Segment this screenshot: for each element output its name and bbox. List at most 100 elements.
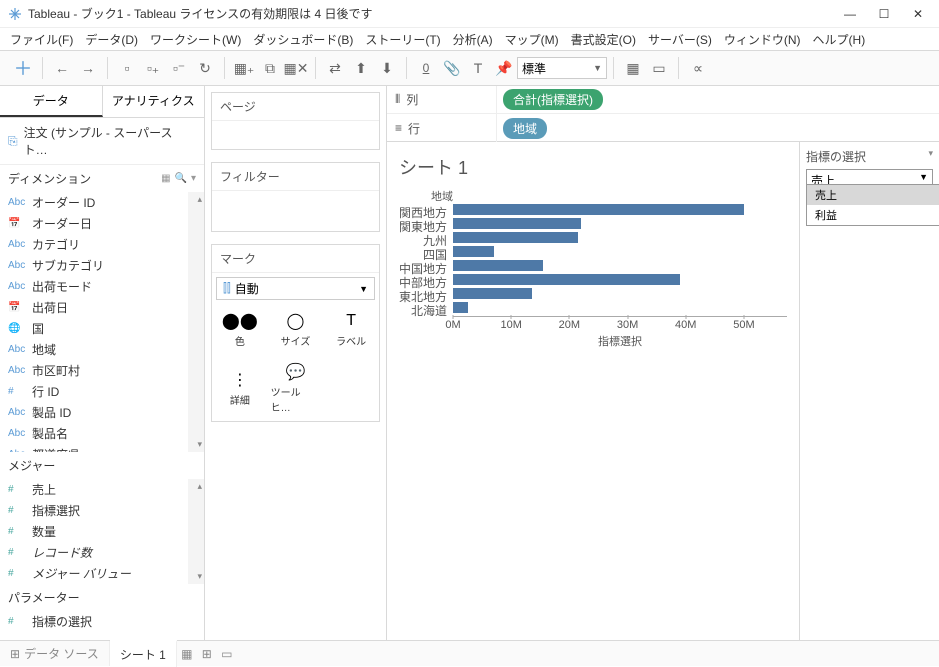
share-button[interactable]: ∝ (685, 55, 711, 81)
field-row[interactable]: 📅オーダー日 (0, 213, 204, 234)
field-row[interactable]: Abc製品名 (0, 423, 204, 444)
bar[interactable] (453, 274, 680, 285)
field-row[interactable]: #レコード数 (0, 542, 204, 563)
rows-pill[interactable]: 地域 (503, 118, 547, 139)
menu-analysis[interactable]: 分析(A) (447, 29, 499, 50)
mark-type-label: 自動 (235, 280, 259, 297)
bar[interactable] (453, 302, 468, 313)
mark-cell[interactable]: ◯サイズ (268, 304, 324, 355)
mark-type-dropdown[interactable]: ⫿⫿ 自動 ▼ (216, 277, 375, 300)
field-row[interactable]: #指標選択 (0, 500, 204, 521)
parameter-option[interactable]: 利益 (807, 205, 939, 225)
tab-analytics[interactable]: アナリティクス (103, 86, 205, 117)
tab-datasource[interactable]: ⊞ データ ソース (0, 641, 110, 666)
caret-down-icon[interactable]: ▾ (928, 148, 933, 165)
sort-asc-button[interactable]: ⬆ (348, 55, 374, 81)
field-row[interactable]: #売上 (0, 479, 204, 500)
field-row[interactable]: Abc市区町村 (0, 360, 204, 381)
menu-icon[interactable]: ▾ (191, 173, 196, 184)
menu-help[interactable]: ヘルプ(H) (807, 29, 872, 50)
menu-dashboard[interactable]: ダッシュボード(B) (247, 29, 359, 50)
tableau-icon[interactable] (10, 55, 36, 81)
menu-map[interactable]: マップ(M) (499, 29, 565, 50)
columns-shelf[interactable]: ⦀ 列 合計(指標選択) (387, 86, 939, 114)
minimize-button[interactable]: — (843, 7, 857, 21)
menu-file[interactable]: ファイル(F) (4, 29, 79, 50)
menu-worksheet[interactable]: ワークシート(W) (144, 29, 247, 50)
mark-cell[interactable]: Tラベル (323, 304, 379, 355)
field-row[interactable]: Abc地域 (0, 339, 204, 360)
new-story-button[interactable]: ▭ (217, 647, 237, 661)
field-row[interactable]: #メジャー バリュー (0, 563, 204, 584)
parameters-header: パラメーター (0, 584, 204, 611)
field-row[interactable]: #行 ID (0, 381, 204, 402)
field-type-icon: Abc (8, 281, 26, 292)
new-datasource-button[interactable]: ▫₊ (140, 55, 166, 81)
clear-sheet-button[interactable]: ▦✕ (283, 55, 309, 81)
menu-window[interactable]: ウィンドウ(N) (718, 29, 807, 50)
parameter-option[interactable]: 売上 (807, 185, 939, 205)
tab-data[interactable]: データ (0, 86, 103, 117)
field-row[interactable]: Abcカテゴリ (0, 234, 204, 255)
scroll-down-icon[interactable]: ▾ (197, 571, 202, 582)
field-row[interactable]: #指標の選択 (0, 611, 204, 632)
scroll-up-icon[interactable]: ▴ (197, 481, 202, 492)
undo-button[interactable]: ← (49, 55, 75, 81)
save-button[interactable]: ▫ (114, 55, 140, 81)
new-dashboard-button[interactable]: ⊞ (197, 647, 217, 661)
field-row[interactable]: Abc製品 ID (0, 402, 204, 423)
maximize-button[interactable]: ☐ (877, 7, 891, 21)
field-row[interactable]: Abcサブカテゴリ (0, 255, 204, 276)
datasource-row[interactable]: ⎘ 注文 (サンプル - スーパースト… (0, 118, 204, 165)
tab-sheet1[interactable]: シート 1 (110, 640, 177, 667)
scroll-down-icon[interactable]: ▾ (197, 439, 202, 450)
menu-server[interactable]: サーバー(S) (642, 29, 718, 50)
bar[interactable] (453, 260, 543, 271)
x-axis: 0M10M20M30M40M50M 指標選択 (453, 316, 787, 346)
left-tabs: データ アナリティクス (0, 86, 204, 118)
field-type-icon: Abc (8, 449, 26, 452)
bar[interactable] (453, 232, 578, 243)
new-sheet-button[interactable]: ▦₊ (231, 55, 257, 81)
field-row[interactable]: 📅出荷日 (0, 297, 204, 318)
bar[interactable] (453, 218, 581, 229)
bar[interactable] (453, 246, 494, 257)
redo-button[interactable]: → (75, 55, 101, 81)
refresh-button[interactable]: ↻ (192, 55, 218, 81)
sheet-title[interactable]: シート 1 (399, 150, 787, 188)
menu-story[interactable]: ストーリー(T) (359, 29, 446, 50)
sort-desc-button[interactable]: ⬇ (374, 55, 400, 81)
field-row[interactable]: #数量 (0, 521, 204, 542)
mark-cell[interactable]: ⬤⬤色 (212, 304, 268, 355)
field-row[interactable]: Abc都道府県 (0, 444, 204, 452)
show-me-button[interactable]: ▦ (620, 55, 646, 81)
pin-button[interactable]: 📌 (491, 55, 517, 81)
menu-format[interactable]: 書式設定(O) (565, 29, 642, 50)
mark-cell[interactable]: ⋮詳細 (212, 355, 268, 421)
swap-button[interactable]: ⇄ (322, 55, 348, 81)
search-icon[interactable]: 🔍 (175, 173, 187, 184)
highlight-button[interactable]: 0 (413, 55, 439, 81)
rows-shelf[interactable]: ≡ 行 地域 (387, 114, 939, 142)
view-icon[interactable]: ▦ (161, 173, 170, 184)
menu-data[interactable]: データ(D) (79, 29, 144, 50)
fit-dropdown[interactable]: 標準 ▼ (517, 57, 607, 79)
field-row[interactable]: Abcオーダー ID (0, 192, 204, 213)
pause-auto-updates-button[interactable]: ▫⁻ (166, 55, 192, 81)
close-button[interactable]: ✕ (911, 7, 925, 21)
field-type-icon: # (8, 568, 26, 579)
mark-icon: 💬 (286, 362, 306, 382)
presentation-button[interactable]: ▭ (646, 55, 672, 81)
new-worksheet-button[interactable]: ▦ (177, 647, 197, 661)
columns-pill[interactable]: 合計(指標選択) (503, 89, 603, 110)
field-row[interactable]: 🌐国 (0, 318, 204, 339)
toolbar: ← → ▫ ▫₊ ▫⁻ ↻ ▦₊ ⧉ ▦✕ ⇄ ⬆ ⬇ 0 📎 T 📌 標準 ▼… (0, 50, 939, 86)
field-row[interactable]: Abc出荷モード (0, 276, 204, 297)
duplicate-button[interactable]: ⧉ (257, 55, 283, 81)
show-labels-button[interactable]: T (465, 55, 491, 81)
group-button[interactable]: 📎 (439, 55, 465, 81)
bar[interactable] (453, 288, 532, 299)
mark-cell[interactable]: 💬ツールヒ… (268, 355, 324, 421)
scroll-up-icon[interactable]: ▴ (197, 194, 202, 205)
bar[interactable] (453, 204, 744, 215)
